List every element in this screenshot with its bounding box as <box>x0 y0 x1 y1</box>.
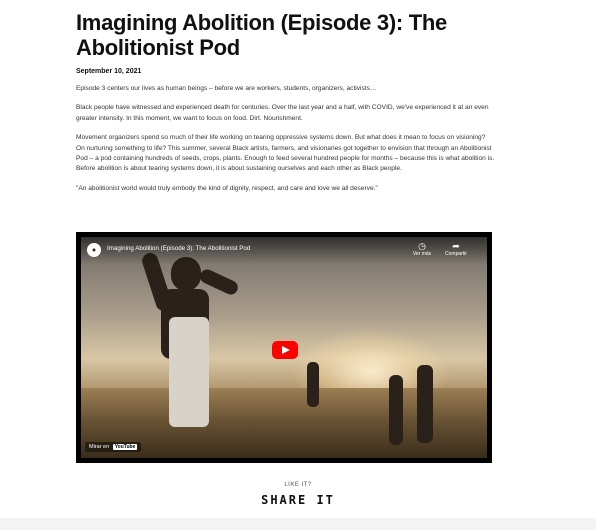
share-video-label: Compartir <box>445 251 467 257</box>
article-paragraph: Movement organizers spend so much of the… <box>76 134 495 173</box>
share-video-button[interactable]: ➦ Compartir <box>441 241 471 257</box>
watch-on-label: Mirar en <box>89 444 110 450</box>
article-title: Imagining Abolition (Episode 3): The Abo… <box>76 10 447 60</box>
share-it-button[interactable]: SHARE IT <box>0 493 596 507</box>
share-prompt: LIKE IT? <box>284 482 312 488</box>
video-title[interactable]: Imagining Abolition (Episode 3): The Abo… <box>107 245 250 252</box>
article-quote: "An abolitionist world would truly embod… <box>76 184 378 192</box>
article-date: September 10, 2021 <box>76 68 142 75</box>
article-paragraph: Episode 3 centers our lives as human bei… <box>76 85 377 92</box>
person-silhouette <box>417 365 433 443</box>
share-arrow-icon: ➦ <box>452 241 460 251</box>
video-thumbnail[interactable]: ◉ Imagining Abolition (Episode 3): The A… <box>81 237 487 458</box>
person-silhouette <box>307 362 319 407</box>
channel-avatar[interactable]: ◉ <box>87 243 101 257</box>
article-paragraph: Black people have witnessed and experien… <box>76 104 489 122</box>
bottom-bar <box>0 518 596 530</box>
clock-icon: ◷ <box>418 241 426 251</box>
person-silhouette <box>389 375 403 445</box>
person-silhouette <box>131 247 241 457</box>
watch-later-button[interactable]: ◷ Ver más <box>407 241 437 257</box>
article: Imagining Abolition (Episode 3): The Abo… <box>76 10 496 194</box>
watch-on-youtube-link[interactable]: Mirar en YouTube <box>85 442 142 452</box>
video-embed[interactable]: ◉ Imagining Abolition (Episode 3): The A… <box>76 232 492 463</box>
play-button[interactable] <box>272 341 298 359</box>
youtube-logo-icon: YouTube <box>112 444 138 450</box>
watch-later-label: Ver más <box>412 251 432 257</box>
